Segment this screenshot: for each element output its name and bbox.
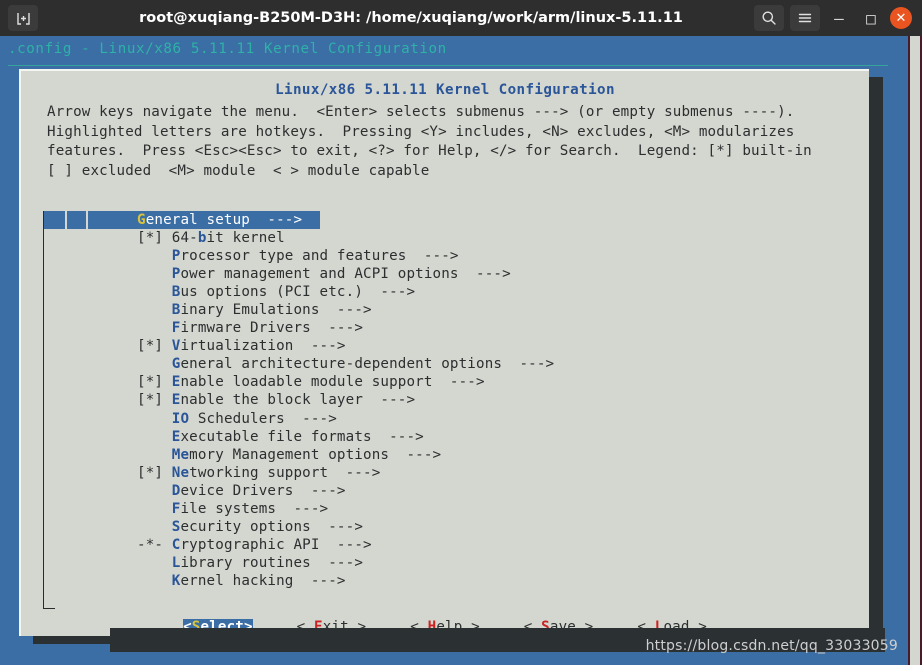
menu-item-indicator: [44, 211, 137, 230]
menu-item-text: nable loadable module support --->: [180, 374, 485, 391]
terminal-window: root@xuqiang-B250M-D3H: /home/xuqiang/wo…: [0, 0, 922, 665]
menu-item-text: ernel hacking --->: [180, 572, 346, 589]
menu-item-hotkey: Ne: [171, 464, 190, 481]
menu-item[interactable]: Library routines --->: [44, 554, 849, 572]
menu-item-text: inary Emulations --->: [180, 302, 372, 319]
menu-item-text: ibrary routines --->: [180, 554, 364, 571]
menu-item-text: irmware Drivers --->: [180, 320, 364, 337]
menu-item[interactable]: [*] Enable loadable module support --->: [44, 373, 849, 391]
menu-item[interactable]: [*] 64-bit kernel: [44, 229, 849, 247]
menu-item[interactable]: Device Drivers --->: [44, 482, 849, 500]
menu-item[interactable]: File systems --->: [44, 500, 849, 518]
menu-item-label: Library routines --->: [137, 555, 363, 571]
menu-item[interactable]: [*] Enable the block layer --->: [44, 391, 849, 409]
watermark-url: https://blog.csdn.net/qq_33033059: [645, 638, 898, 654]
menu-item[interactable]: Bus options (PCI etc.) --->: [44, 283, 849, 301]
menu-item-hotkey: Me: [171, 446, 190, 463]
menu-item[interactable]: General architecture-dependent options -…: [44, 355, 849, 373]
menu-item-text: xecutable file formats --->: [180, 428, 424, 445]
menu-item[interactable]: Binary Emulations --->: [44, 301, 849, 319]
menu-item-label: Virtualization --->: [137, 338, 346, 354]
menu-item[interactable]: -*- Cryptographic API --->: [44, 536, 849, 554]
menu-item-flag: [*]: [137, 392, 164, 409]
window-titlebar: root@xuqiang-B250M-D3H: /home/xuqiang/wo…: [0, 0, 922, 36]
menu-item-flag: [*]: [137, 338, 164, 355]
menu-item-text: ecurity options --->: [180, 518, 364, 535]
new-tab-icon[interactable]: [8, 5, 38, 31]
menu-item-label: Networking support --->: [137, 465, 380, 481]
menu-item-label: Firmware Drivers --->: [137, 320, 363, 336]
menu-item-label: Binary Emulations --->: [137, 302, 372, 318]
menu-item-text: ile systems --->: [180, 500, 329, 517]
close-button[interactable]: ✕: [890, 7, 912, 29]
menuconfig-header: .config - Linux/x86 5.11.11 Kernel Confi…: [8, 41, 447, 57]
menu-item-text: Schedulers --->: [189, 410, 337, 427]
menu-item-hotkey: G: [137, 212, 146, 228]
menu-item-text: evice Drivers --->: [180, 482, 346, 499]
menu-item-text: it kernel: [206, 230, 285, 247]
menu-item-label: Kernel hacking --->: [137, 573, 346, 589]
menu-item-text: ryptographic API --->: [180, 536, 372, 553]
search-icon[interactable]: [754, 5, 784, 31]
menu-item-flag: -*-: [137, 536, 164, 553]
menu-item-text: mory Management options --->: [189, 446, 442, 463]
menu-item-label: Processor type and features --->: [137, 248, 459, 264]
menu-item[interactable]: Processor type and features --->: [44, 247, 849, 265]
menu-item-label: Bus options (PCI etc.) --->: [137, 284, 415, 300]
window-controls: — □ ✕: [754, 5, 912, 31]
menu-item[interactable]: Executable file formats --->: [44, 428, 849, 446]
menu-item-label: Device Drivers --->: [137, 483, 346, 499]
menu-item-label: Enable loadable module support --->: [137, 374, 485, 390]
dialog-title: Linux/x86 5.11.11 Kernel Configuration: [275, 82, 615, 98]
menu-item-flag: [*]: [137, 374, 164, 391]
menu-item-label: Cryptographic API --->: [137, 537, 372, 553]
menuconfig-dialog: Linux/x86 5.11.11 Kernel Configuration A…: [19, 69, 869, 636]
menu-item-text: nable the block layer --->: [180, 392, 416, 409]
menu-item-label: General architecture-dependent options -…: [137, 356, 554, 372]
menu-item-label: IO Schedulers --->: [137, 411, 337, 427]
menu-item-hotkey: IO: [171, 410, 190, 427]
header-divider: [8, 65, 888, 66]
menu-item-text: rocessor type and features --->: [180, 248, 459, 265]
menu-item[interactable]: [*] Virtualization --->: [44, 337, 849, 355]
menu-item-flag: [*]: [137, 464, 164, 481]
menu-item-text: eneral setup --->: [145, 212, 320, 228]
dialog-help-text: Arrow keys navigate the menu. <Enter> se…: [47, 104, 812, 179]
menu-item[interactable]: Kernel hacking --->: [44, 572, 849, 590]
menu-item-text: irtualization --->: [180, 338, 346, 355]
menu-item-hotkey: b: [197, 230, 207, 247]
menu-item-label: Enable the block layer --->: [137, 392, 415, 408]
menu-item[interactable]: General setup --->: [44, 211, 849, 230]
maximize-button[interactable]: □: [858, 5, 884, 31]
menu-item-label: Memory Management options --->: [137, 447, 441, 463]
menu-item[interactable]: Power management and ACPI options --->: [44, 265, 849, 283]
menu-item-text: us options (PCI etc.) --->: [180, 284, 416, 301]
hamburger-menu-icon[interactable]: [790, 5, 820, 31]
minimize-button[interactable]: —: [826, 5, 852, 31]
menu-item-text: eneral architecture-dependent options --…: [180, 356, 555, 373]
menu-item-text: ower management and ACPI options --->: [180, 266, 511, 283]
dialog-shadow-right: [869, 77, 883, 644]
menu-listbox[interactable]: General setup ---> [*] 64-bit kernel Pro…: [43, 211, 849, 609]
menu-item[interactable]: [*] Networking support --->: [44, 464, 849, 482]
window-title: root@xuqiang-B250M-D3H: /home/xuqiang/wo…: [139, 10, 683, 26]
menu-item-label: Power management and ACPI options --->: [137, 266, 511, 282]
menu-item-label: File systems --->: [137, 501, 328, 517]
menu-item-label: General setup --->: [137, 211, 320, 230]
menu-item[interactable]: Firmware Drivers --->: [44, 319, 849, 337]
menu-item-label: Executable file formats --->: [137, 429, 424, 445]
terminal-content: .config - Linux/x86 5.11.11 Kernel Confi…: [0, 36, 908, 665]
menu-item-flag: [*]: [137, 230, 164, 247]
menu-item[interactable]: Memory Management options --->: [44, 446, 849, 464]
menu-item-label: Security options --->: [137, 519, 363, 535]
menu-item-text: tworking support --->: [189, 464, 381, 481]
menu-item[interactable]: IO Schedulers --->: [44, 410, 849, 428]
terminal-scrollbar[interactable]: [908, 36, 922, 665]
menu-item[interactable]: Security options --->: [44, 518, 849, 536]
